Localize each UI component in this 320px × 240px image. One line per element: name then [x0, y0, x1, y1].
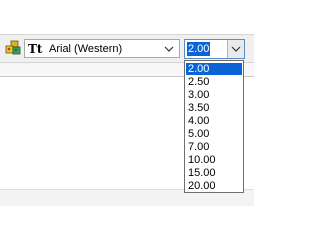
size-option[interactable]: 3.50: [186, 102, 242, 114]
truetype-font-icon: Tt: [28, 42, 43, 56]
size-option[interactable]: 7.00: [186, 141, 242, 153]
top-blank-area: [0, 0, 254, 34]
chevron-down-icon: [231, 46, 241, 52]
size-option[interactable]: 4.00: [186, 115, 242, 127]
font-size-dropdown-list[interactable]: 2.00 2.50 3.00 3.50 4.00 5.00 7.00 10.00…: [184, 60, 244, 193]
font-size-dropdown-button[interactable]: [227, 40, 244, 58]
size-option[interactable]: 15.00: [186, 167, 242, 179]
font-size-combobox[interactable]: 2.00: [184, 39, 245, 59]
size-option[interactable]: 20.00: [186, 180, 242, 192]
size-option[interactable]: 2.00: [186, 63, 242, 75]
size-option[interactable]: 2.50: [186, 76, 242, 88]
size-option[interactable]: 10.00: [186, 154, 242, 166]
size-option[interactable]: 5.00: [186, 128, 242, 140]
size-option[interactable]: 3.00: [186, 89, 242, 101]
chevron-down-icon[interactable]: [162, 41, 176, 56]
font-size-value[interactable]: 2.00: [187, 42, 211, 56]
color-blocks-icon[interactable]: [4, 40, 22, 56]
font-name-combobox[interactable]: Tt Arial (Western): [24, 39, 180, 58]
font-name-value: Arial (Western): [49, 43, 123, 55]
